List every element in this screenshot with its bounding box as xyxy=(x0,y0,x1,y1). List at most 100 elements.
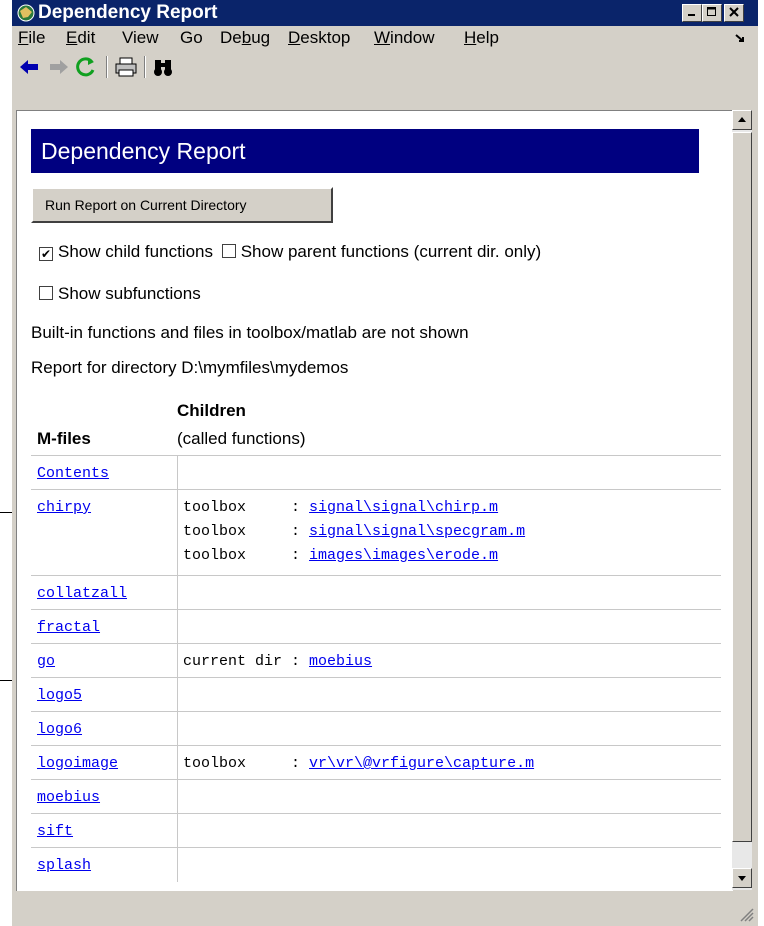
table-row: logo5 xyxy=(31,677,721,712)
menu-debug[interactable]: Debug xyxy=(220,26,270,50)
table-row: logoimage toolbox : vr\vr\@vrfigure\captu… xyxy=(31,745,721,780)
back-arrow-icon[interactable] xyxy=(18,56,42,78)
column-divider xyxy=(177,712,178,746)
child-source-type: toolbox : xyxy=(183,547,310,564)
child-function-link[interactable]: signal\signal\chirp.m xyxy=(309,499,498,516)
maximize-button[interactable] xyxy=(702,4,722,22)
menu-window[interactable]: Window xyxy=(374,26,434,50)
title-bar: Dependency Report xyxy=(12,0,758,26)
mfile-link[interactable]: logo5 xyxy=(37,687,82,704)
find-binoculars-icon[interactable] xyxy=(152,56,176,78)
minimize-icon xyxy=(688,14,695,16)
mfile-link[interactable]: splash xyxy=(37,857,91,874)
column-divider xyxy=(177,490,178,576)
child-function-link[interactable]: images\images\erode.m xyxy=(309,547,498,564)
report-content: Dependency Report Run Report on Current … xyxy=(16,110,733,891)
mfile-link[interactable]: moebius xyxy=(37,789,100,806)
mfile-link[interactable]: fractal xyxy=(37,619,100,636)
builtin-note: Built-in functions and files in toolbox/… xyxy=(31,323,469,342)
print-icon[interactable] xyxy=(114,56,138,78)
menu-view[interactable]: View xyxy=(122,26,159,50)
mfile-link[interactable]: logo6 xyxy=(37,721,82,738)
mfile-link[interactable]: sift xyxy=(37,823,73,840)
run-report-button[interactable]: Run Report on Current Directory xyxy=(31,187,333,223)
directory-line: Report for directory D:\mymfiles\mydemos xyxy=(31,358,349,377)
show-child-functions-checkbox[interactable]: ✔ xyxy=(39,247,53,261)
child-source-type: toolbox : xyxy=(183,755,310,772)
scroll-up-arrow-icon xyxy=(738,117,746,122)
mfile-link[interactable]: collatzall xyxy=(37,585,127,602)
column-divider xyxy=(177,678,178,712)
menu-file[interactable]: File xyxy=(18,26,45,50)
toolbar-separator xyxy=(106,56,108,78)
menu-desktop[interactable]: Desktop xyxy=(288,26,350,50)
column-divider xyxy=(177,576,178,610)
dock-arrow-icon[interactable] xyxy=(734,33,746,43)
table-row: Contents xyxy=(31,455,721,490)
table-row: fractal xyxy=(31,609,721,644)
mfile-link[interactable]: chirpy xyxy=(37,499,91,516)
menu-edit[interactable]: Edit xyxy=(66,26,95,50)
column-divider xyxy=(177,644,178,678)
resize-grip-icon[interactable] xyxy=(738,906,754,922)
window-title: Dependency Report xyxy=(38,2,218,23)
child-source-type: toolbox : xyxy=(183,523,310,540)
refresh-icon[interactable] xyxy=(74,56,98,78)
child-function-line: toolbox : signal\signal\chirp.m xyxy=(183,499,498,516)
child-function-link[interactable]: moebius xyxy=(309,653,372,670)
column-header-mfiles: M-files xyxy=(37,429,91,448)
menu-help[interactable]: Help xyxy=(464,26,499,50)
column-header-children-sub: (called functions) xyxy=(177,429,306,448)
close-button[interactable] xyxy=(724,4,744,22)
status-bar xyxy=(12,892,758,926)
report-window: Dependency Report File Edit View Go Debu… xyxy=(12,0,758,926)
mfile-link[interactable]: go xyxy=(37,653,55,670)
table-row: go current dir : moebius xyxy=(31,643,721,678)
forward-arrow-icon[interactable] xyxy=(46,56,70,78)
table-row: moebius xyxy=(31,779,721,814)
menu-go[interactable]: Go xyxy=(180,26,203,50)
vertical-scrollbar[interactable] xyxy=(732,110,752,890)
mfile-link[interactable]: logoimage xyxy=(37,755,118,772)
matlab-app-icon xyxy=(17,4,35,22)
child-source-type: toolbox : xyxy=(183,499,310,516)
column-divider xyxy=(177,456,178,490)
column-header-children: Children xyxy=(177,401,246,420)
table-row: splash xyxy=(31,847,721,882)
menu-bar: File Edit View Go Debug Desktop Window H… xyxy=(12,26,758,50)
child-function-line: toolbox : vr\vr\@vrfigure\capture.m xyxy=(183,755,534,772)
scroll-down-button[interactable] xyxy=(732,868,752,888)
child-function-link[interactable]: signal\signal\specgram.m xyxy=(309,523,525,540)
table-row: logo6 xyxy=(31,711,721,746)
child-function-line: current dir : moebius xyxy=(183,653,372,670)
column-divider xyxy=(177,610,178,644)
child-function-line: toolbox : images\images\erode.m xyxy=(183,547,498,564)
maximize-icon xyxy=(707,7,716,16)
column-divider xyxy=(177,814,178,848)
report-heading: Dependency Report xyxy=(31,129,699,173)
show-child-functions-label: Show child functions xyxy=(58,242,213,261)
column-divider xyxy=(177,848,178,882)
option-row-2: Show subfunctions xyxy=(39,283,201,305)
mfile-link[interactable]: Contents xyxy=(37,465,109,482)
scroll-up-button[interactable] xyxy=(732,110,752,130)
show-parent-functions-checkbox[interactable] xyxy=(221,244,236,258)
show-parent-functions-label: Show parent functions (current dir. only… xyxy=(240,242,542,261)
table-row: collatzall xyxy=(31,575,721,610)
show-subfunctions-label: Show subfunctions xyxy=(58,284,201,303)
toolbar-separator xyxy=(144,56,146,78)
child-source-type: current dir : xyxy=(183,653,310,670)
column-divider xyxy=(177,780,178,814)
minimize-button[interactable] xyxy=(682,4,702,22)
child-function-link[interactable]: vr\vr\@vrfigure\capture.m xyxy=(309,755,534,772)
option-row-1: ✔ Show child functions Show parent functi… xyxy=(39,241,541,263)
table-row: chirpy toolbox : signal\signal\chirp.m too… xyxy=(31,489,721,576)
toolbar xyxy=(12,52,758,82)
scroll-thumb[interactable] xyxy=(732,132,752,842)
scroll-down-arrow-icon xyxy=(738,876,746,881)
table-row: sift xyxy=(31,813,721,848)
show-subfunctions-checkbox[interactable] xyxy=(39,286,53,300)
child-function-line: toolbox : signal\signal\specgram.m xyxy=(183,523,525,540)
close-icon xyxy=(729,7,739,17)
column-divider xyxy=(177,746,178,780)
